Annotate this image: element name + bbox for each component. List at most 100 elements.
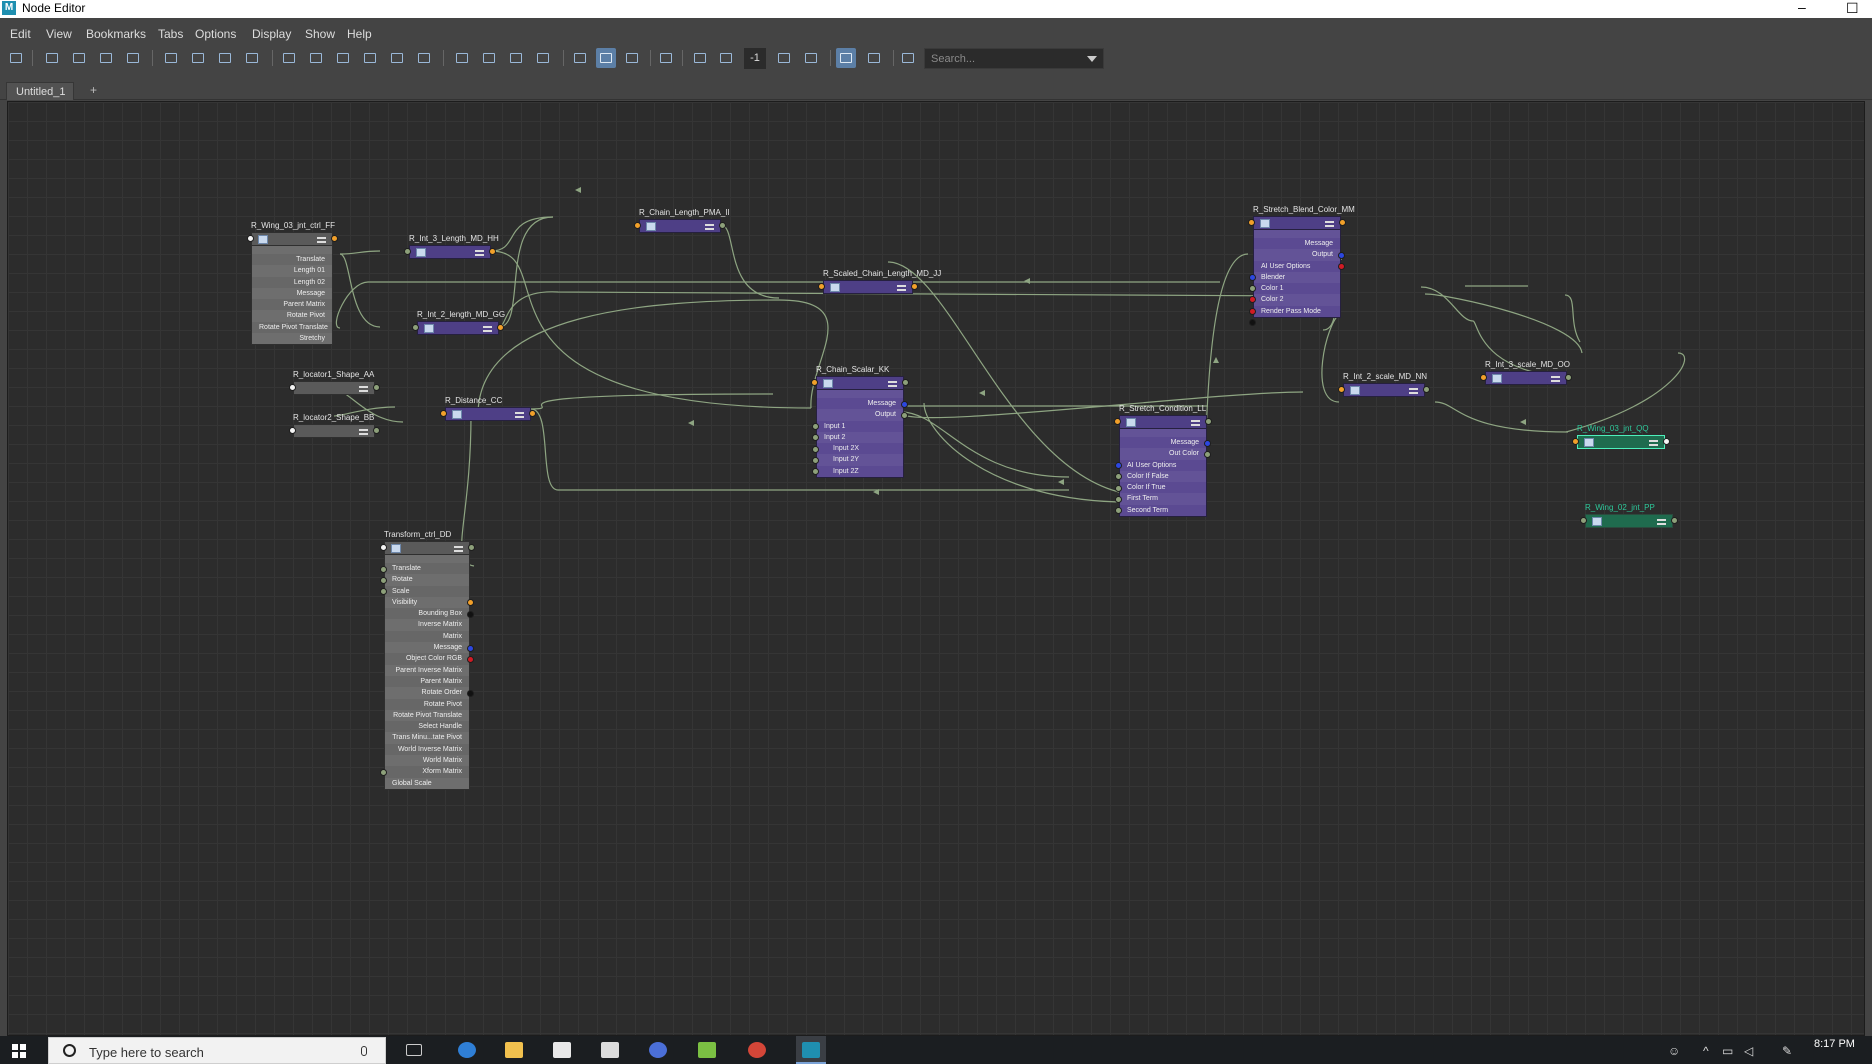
scale-port[interactable] [380,588,387,595]
ai-options-port[interactable] [1115,462,1122,469]
node-menu-icon[interactable] [1649,440,1658,446]
input-port[interactable] [1338,386,1345,393]
translate-port[interactable] [380,566,387,573]
node-header[interactable] [639,219,721,233]
menu-view[interactable]: View [46,27,72,41]
node-header[interactable] [1577,435,1665,449]
node-r-chain-scalar-kk[interactable]: R_Chain_Scalar_KK Message Output Input 1… [811,365,909,479]
node-r-wing-03-jnt-ctrl-ff[interactable]: R_Wing_03_jnt_ctrl_FF Translate Length 0… [247,221,338,346]
input2y-port[interactable] [812,457,819,464]
input2z-port[interactable] [812,468,819,475]
node-menu-icon[interactable] [515,412,524,418]
attr-row[interactable]: Input 2 [817,431,903,444]
taskbar-clock[interactable]: 8:17 PM [1814,1038,1855,1050]
attr-row[interactable]: Input 2Z [817,466,903,477]
node-header[interactable] [816,376,904,390]
link-icon[interactable] [801,48,821,68]
output-port[interactable] [373,427,380,434]
input-output-icon[interactable] [42,48,62,68]
input-port[interactable] [289,427,296,434]
input-port[interactable] [404,248,411,255]
node-transform-ctrl-dd[interactable]: Transform_ctrl_DD Translate Rotate Scale… [380,530,475,790]
object-color-port[interactable] [467,656,474,663]
attr-row[interactable]: Rotate Order [385,687,469,699]
attr-row[interactable]: Output [1254,249,1340,261]
zoom-fit-icon[interactable] [414,48,434,68]
input-port[interactable] [380,544,387,551]
remove-selected-icon[interactable] [96,48,116,68]
attr-row[interactable]: Message [252,287,332,300]
output-port[interactable] [1565,374,1572,381]
frame-all-icon[interactable] [161,48,181,68]
node-r-locator2-shape-bb[interactable]: R_locator2_Shape_BB [289,413,380,438]
attribute-filter-icon[interactable] [596,48,616,68]
node-header[interactable] [1343,383,1425,397]
message-port[interactable] [1338,252,1345,259]
menu-options[interactable]: Options [195,27,236,41]
clear-graph-icon[interactable] [123,48,143,68]
attr-row[interactable]: Color If False [1120,470,1206,483]
connected-mode-icon[interactable] [306,48,326,68]
menu-edit[interactable]: Edit [10,27,31,41]
output-port[interactable] [1663,438,1670,445]
grid-snap-icon[interactable] [836,48,856,68]
attr-row[interactable]: Second Term [1120,505,1206,516]
node-menu-icon[interactable] [1325,221,1334,227]
output-attr-port[interactable] [901,412,908,419]
node-r-chain-length-pma-ii[interactable]: R_Chain_Length_PMA_II [634,208,730,233]
input-port[interactable] [1480,374,1487,381]
file-explorer-icon[interactable] [505,1042,523,1058]
attr-row[interactable]: Bounding Box [385,608,469,619]
pen-icon[interactable]: ✎ [1782,1044,1792,1058]
input-port[interactable] [440,410,447,417]
attr-row[interactable]: Select Handle [385,721,469,732]
blender-port[interactable] [1249,285,1256,292]
mail-icon[interactable] [601,1042,619,1058]
node-menu-icon[interactable] [359,386,368,392]
node-menu-icon[interactable] [1191,420,1200,426]
bounding-box-port[interactable] [467,611,474,618]
output-port[interactable] [1423,386,1430,393]
attr-row[interactable]: Length 02 [252,277,332,288]
pin-icon[interactable] [570,48,590,68]
node-menu-icon[interactable] [1657,519,1666,525]
media-app-icon[interactable] [649,1042,667,1058]
node-r-int-2-length-md-gg[interactable]: R_Int_2_length_MD_GG [412,310,505,335]
node-header[interactable] [823,280,913,294]
color-if-true-port[interactable] [1115,485,1122,492]
node-r-wing-03-jnt-qq[interactable]: R_Wing_03_jnt_QQ [1572,424,1670,449]
output-port[interactable] [497,324,504,331]
zoom-step-icon[interactable] [716,48,736,68]
input-port[interactable] [1572,438,1579,445]
attr-row[interactable]: Parent Matrix [385,676,469,687]
output-port[interactable] [1339,219,1346,226]
attr-row[interactable]: Translate [385,563,469,574]
output-port[interactable] [1205,418,1212,425]
menu-tabs[interactable]: Tabs [158,27,183,41]
output-port[interactable] [331,235,338,242]
attr-row[interactable]: Stretchy [252,333,332,345]
input-port[interactable] [818,283,825,290]
node-header[interactable] [293,381,375,395]
attr-row[interactable]: Parent Matrix [252,299,332,310]
simple-mode-icon[interactable] [279,48,299,68]
select-next-icon[interactable] [533,48,553,68]
select-downstream-icon[interactable] [479,48,499,68]
input2-port[interactable] [812,434,819,441]
output-port[interactable] [468,544,475,551]
node-header[interactable] [409,245,491,259]
edge-browser-icon[interactable] [458,1042,476,1058]
input-port[interactable] [412,324,419,331]
volume-icon[interactable]: ◁ [1744,1044,1753,1058]
swatch-icon[interactable] [622,48,642,68]
tab-untitled-1[interactable]: Untitled_1 [6,82,74,100]
menu-help[interactable]: Help [347,27,372,41]
color2-port[interactable] [1249,308,1256,315]
node-r-int-3-scale-md-oo[interactable]: R_Int_3_scale_MD_OO [1480,360,1572,385]
attr-row[interactable]: AI User Options [1254,261,1340,272]
attr-row[interactable]: Rotate [385,574,469,586]
menu-show[interactable]: Show [305,27,335,41]
output-port[interactable] [911,283,918,290]
input-port[interactable] [289,384,296,391]
chrome-icon[interactable] [748,1042,766,1058]
